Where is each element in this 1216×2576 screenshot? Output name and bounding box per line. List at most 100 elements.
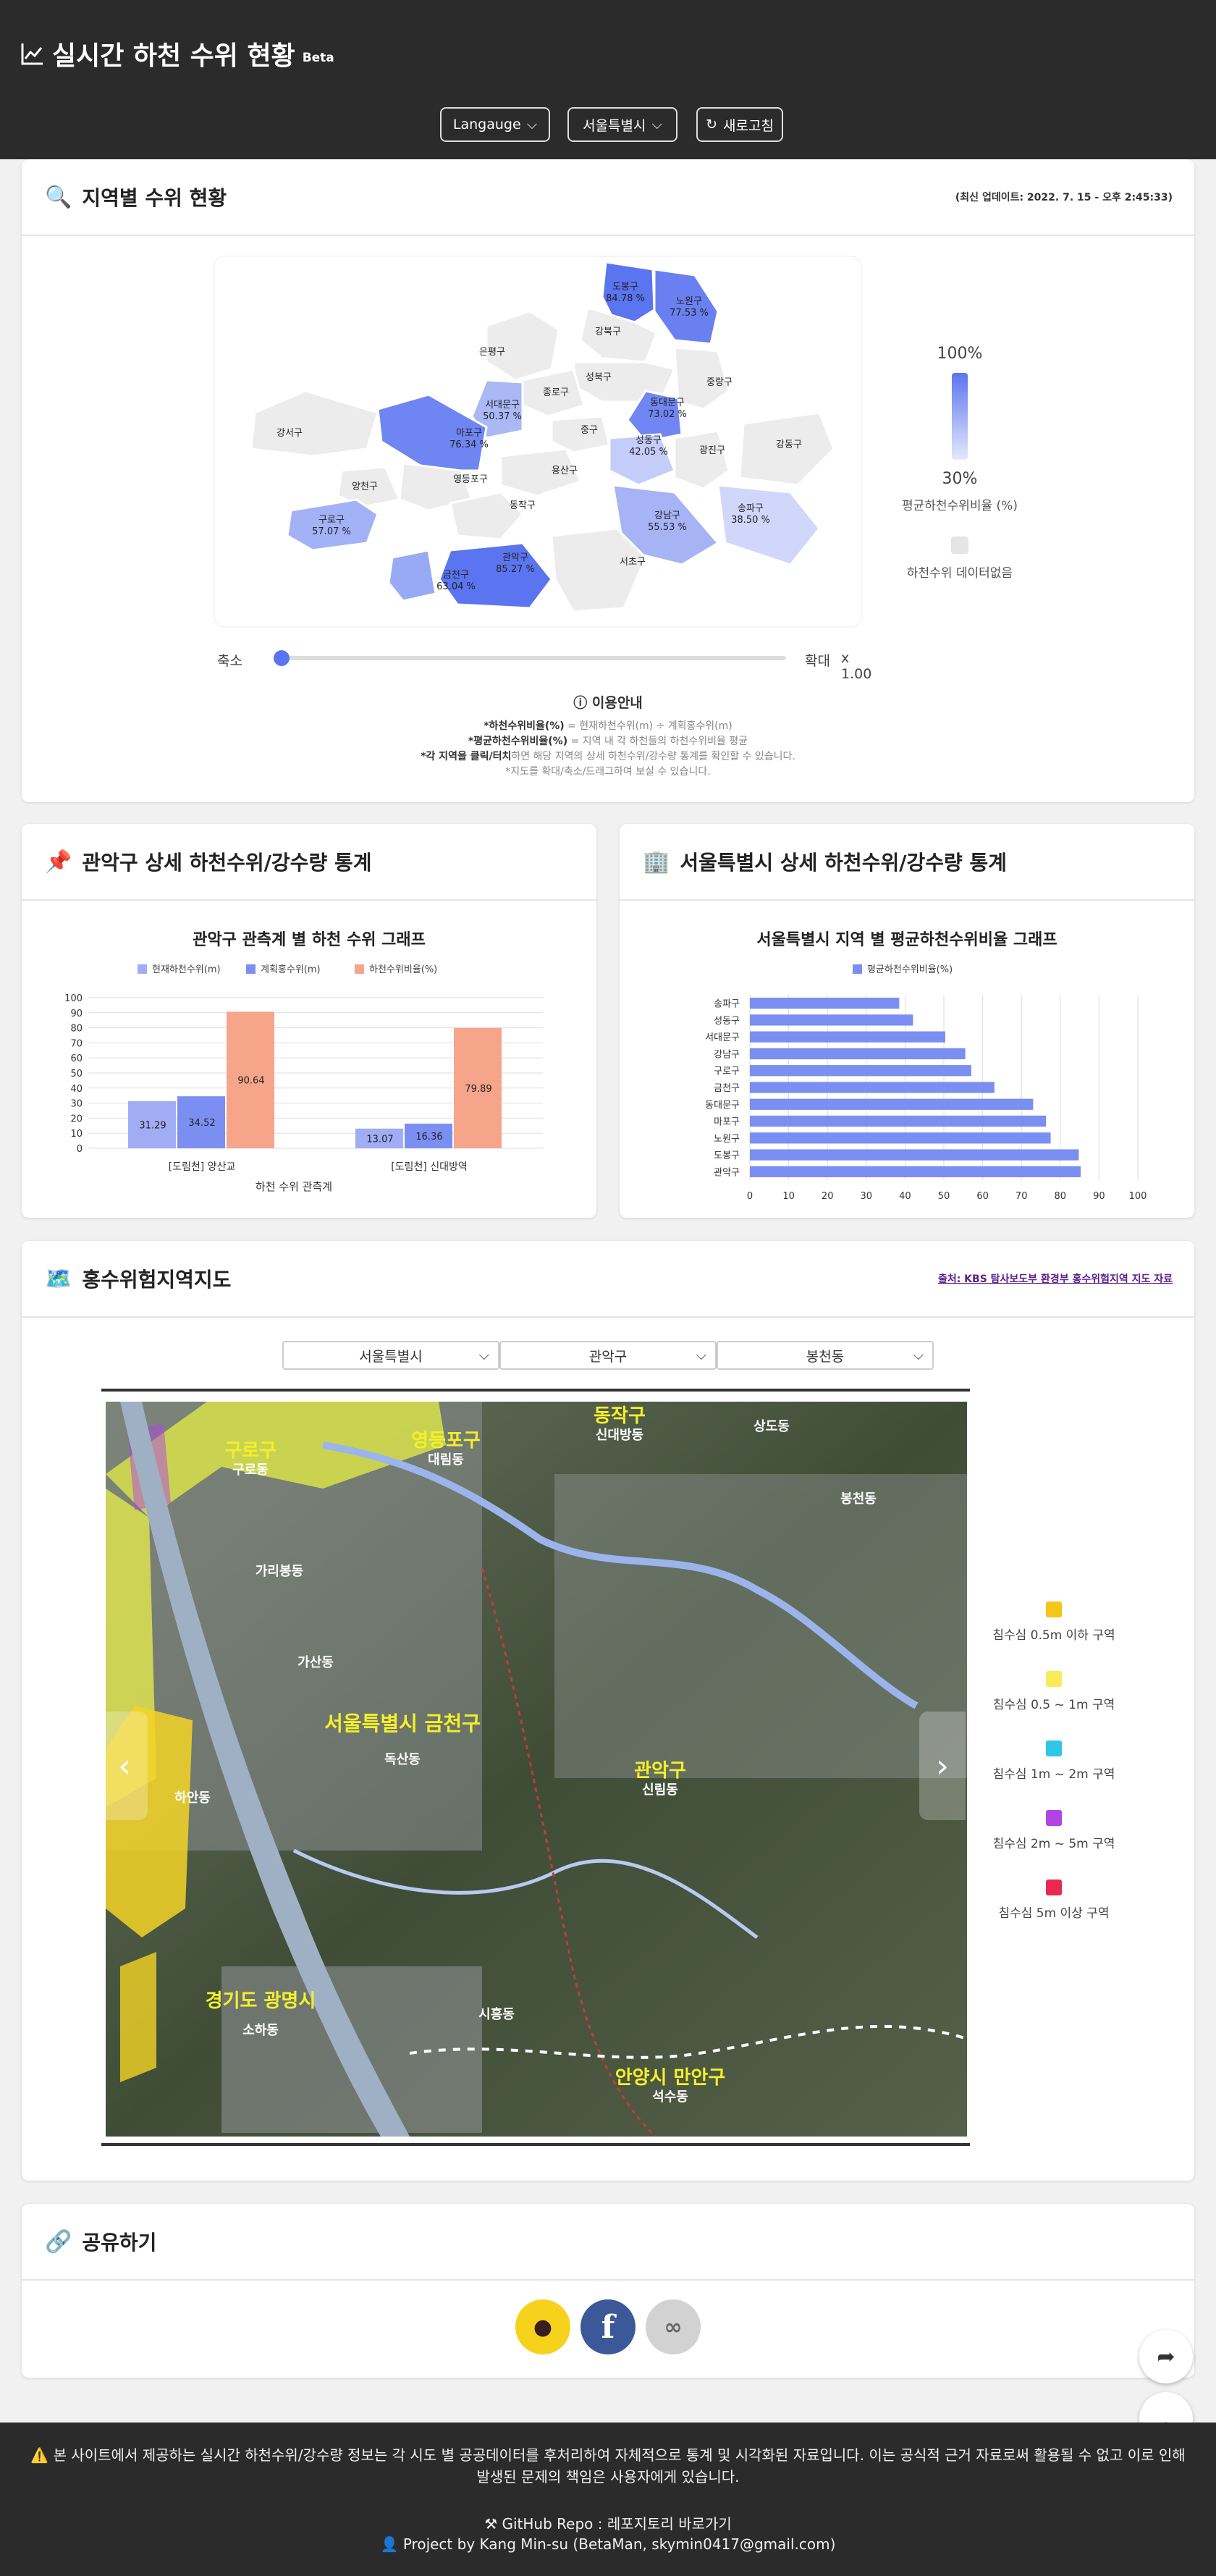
- district-value: 63.04 %: [436, 581, 476, 592]
- chevron-down-icon: ⌵: [913, 1347, 924, 1363]
- district-label: 성북구: [586, 372, 612, 383]
- legend-label: 침수심 1m ~ 2m 구역: [992, 1767, 1115, 1782]
- guide-term: *각 지역을 클릭/터치: [421, 751, 512, 762]
- legend-swatch: [1046, 1880, 1062, 1895]
- page-title: 실시간 하천 수위 현황 Beta: [20, 35, 334, 72]
- legend-label: 평균하천수위비율(%): [867, 964, 953, 975]
- card-header: 🔗 공유하기: [22, 2204, 1194, 2281]
- district-label: 종로구: [543, 387, 569, 398]
- guide-term: *하천수위비율(%): [484, 720, 565, 732]
- district-label: 용산구: [552, 466, 578, 476]
- x-tick-label: 90: [1093, 1191, 1105, 1202]
- region-select[interactable]: 서울특별시 ⌵: [567, 107, 677, 142]
- district-label: 은평구: [479, 347, 505, 358]
- district-geumcheon[interactable]: [387, 549, 437, 602]
- district-select-label: 관악구: [588, 1348, 628, 1365]
- bar-value-label: 31.29: [139, 1120, 166, 1131]
- city-bar-chart: 평균하천수위비율(%) 0 10 20 30 40 50 60 70 80 90 100 송파구성동구서…: [705, 964, 1147, 1202]
- card-header: 🗺️ 홍수위험지역지도 출처: KBS 탐사보도부 환경부 홍수위험지역 지도 …: [22, 1241, 1194, 1318]
- bar: [750, 1065, 971, 1077]
- district-bar-chart: 현재하천수위(m) 계획홍수위(m) 하천수위비율(%) 0 10 20 30 40 50 60 7…: [64, 964, 543, 1193]
- district-stats-card: 📌 관악구 상세 하천수위/강수량 통계 관악구 관측계 별 하천 수위 그래프…: [22, 824, 596, 1218]
- seoul-district-map[interactable]: 도봉구 84.78 % 노원구 77.53 % 강북구 은평구 성북구 종로구 …: [211, 253, 884, 630]
- map-top-border: [101, 1389, 970, 1392]
- district-value: 55.53 %: [648, 522, 687, 533]
- legend-swatch: [853, 964, 862, 974]
- guide-text: = 현재하천수위(m) ÷ 계획홍수위(m): [564, 720, 732, 732]
- region-status-card: 🔍 지역별 수위 현황 (최신 업데이트: 2022. 7. 15 - 오후 2…: [22, 159, 1194, 802]
- district-label: 강동구: [776, 439, 802, 450]
- district-select[interactable]: 관악구 ⌵: [499, 1341, 717, 1370]
- district-label: 영등포구: [453, 474, 488, 485]
- district-label: 노원구: [676, 296, 702, 307]
- district-label: 중구: [580, 425, 598, 436]
- flood-place-sublabel: 상도동: [753, 1419, 790, 1434]
- flood-place-sublabel: 가리봉동: [256, 1564, 303, 1579]
- beta-badge: Beta: [302, 51, 334, 65]
- zoom-slider[interactable]: [274, 650, 786, 666]
- zoom-slider-handle[interactable]: [274, 650, 290, 666]
- link-icon: 🔗: [45, 2228, 72, 2255]
- y-tick-label: 30: [70, 1099, 83, 1110]
- district-label: 양천구: [352, 481, 378, 492]
- facebook-share-button[interactable]: f: [580, 2299, 636, 2354]
- flood-risk-map-image: 구로구 구로동 영등포구 대림동 동작구 신대방동 상도동 봉천동 가리봉동 가…: [106, 1402, 967, 2137]
- district-eunpyeong[interactable]: [485, 310, 560, 382]
- chevron-left-icon: ‹: [118, 1747, 131, 1785]
- x-axis-label: 하천 수위 관측계: [256, 1180, 332, 1193]
- bar: [750, 1082, 995, 1093]
- district-label: 성동구: [636, 435, 662, 446]
- legend-swatch: [1046, 1601, 1062, 1617]
- chevron-down-icon: ⌵: [526, 117, 538, 132]
- y-tick-label: 송파구: [714, 999, 740, 1010]
- flood-place-sublabel: 신대방동: [596, 1428, 643, 1443]
- y-tick-label: 성동구: [714, 1016, 740, 1027]
- share-fab[interactable]: ➦: [1139, 2330, 1193, 2383]
- city-select[interactable]: 서울특별시 ⌵: [282, 1341, 499, 1370]
- refresh-button-label: 새로고침: [723, 117, 774, 134]
- flood-place-sublabel: 하안동: [174, 1790, 211, 1806]
- chevron-right-icon: ›: [936, 1747, 949, 1785]
- legend-label: 계획홍수위(m): [261, 964, 321, 975]
- card-title: 공유하기: [82, 2231, 157, 2255]
- bar-value-label: 90.64: [237, 1076, 264, 1087]
- district-value: 38.50 %: [731, 515, 770, 526]
- prev-map-button[interactable]: ‹: [101, 1712, 148, 1820]
- district-label: 송파구: [738, 503, 764, 514]
- flood-place-sublabel: 시흥동: [478, 2006, 515, 2022]
- disclaimer-text: 본 사이트에서 제공하는 실시간 하천수위/강수량 정보는 각 시도 별 공공데…: [53, 2446, 1186, 2485]
- region-select-label: 서울특별시: [583, 117, 646, 134]
- flood-place-label: 영등포구: [411, 1430, 481, 1452]
- refresh-button[interactable]: ↻ 새로고침: [696, 107, 783, 142]
- bar: [750, 1166, 1081, 1177]
- dong-select[interactable]: 봉천동 ⌵: [717, 1341, 934, 1370]
- card-title: 홍수위험지역지도: [82, 1268, 232, 1292]
- repo-link[interactable]: 레포지토리 바로가기: [607, 2515, 732, 2533]
- source-link[interactable]: 출처: KBS 탐사보도부 환경부 홍수위험지역 지도 자료: [938, 1271, 1173, 1286]
- y-tick-label: 구로구: [714, 1066, 740, 1077]
- next-map-button[interactable]: ›: [919, 1712, 966, 1820]
- guide-text: *지도를 확대/축소/드래그하여 보실 수 있습니다.: [505, 766, 711, 778]
- flood-place-sublabel: 독산동: [384, 1752, 421, 1767]
- copy-link-button[interactable]: ∞: [646, 2299, 701, 2354]
- language-select[interactable]: Langauge ⌵: [440, 107, 550, 142]
- legend-gradient-bar: [952, 373, 968, 460]
- usage-guide-line: *지도를 확대/축소/드래그하여 보실 수 있습니다.: [22, 765, 1194, 780]
- bar: [750, 998, 900, 1009]
- kakao-share-button[interactable]: ●: [515, 2299, 570, 2354]
- bar: [750, 1098, 1034, 1110]
- y-tick-label: 40: [70, 1084, 83, 1095]
- warning-icon: ⚠️: [30, 2446, 49, 2464]
- last-updated: (최신 업데이트: 2022. 7. 15 - 오후 2:45:33): [955, 192, 1173, 203]
- district-value: 84.78 %: [606, 293, 645, 304]
- card-title: 관악구 상세 하천수위/강수량 통계: [82, 851, 372, 875]
- bar-value-label: 79.89: [465, 1084, 491, 1095]
- speech-bubble-icon: ●: [533, 2314, 553, 2340]
- chevron-down-icon: ⌵: [696, 1347, 706, 1363]
- dong-select-label: 봉천동: [806, 1348, 845, 1365]
- guide-term: *평균하천수위비율(%): [468, 736, 568, 747]
- y-tick-label: 관악구: [714, 1167, 740, 1178]
- flood-place-sublabel: 석수동: [652, 2089, 688, 2105]
- hammer-icon: ⚒: [484, 2515, 498, 2533]
- share-arrow-icon: ➦: [1157, 2344, 1175, 2370]
